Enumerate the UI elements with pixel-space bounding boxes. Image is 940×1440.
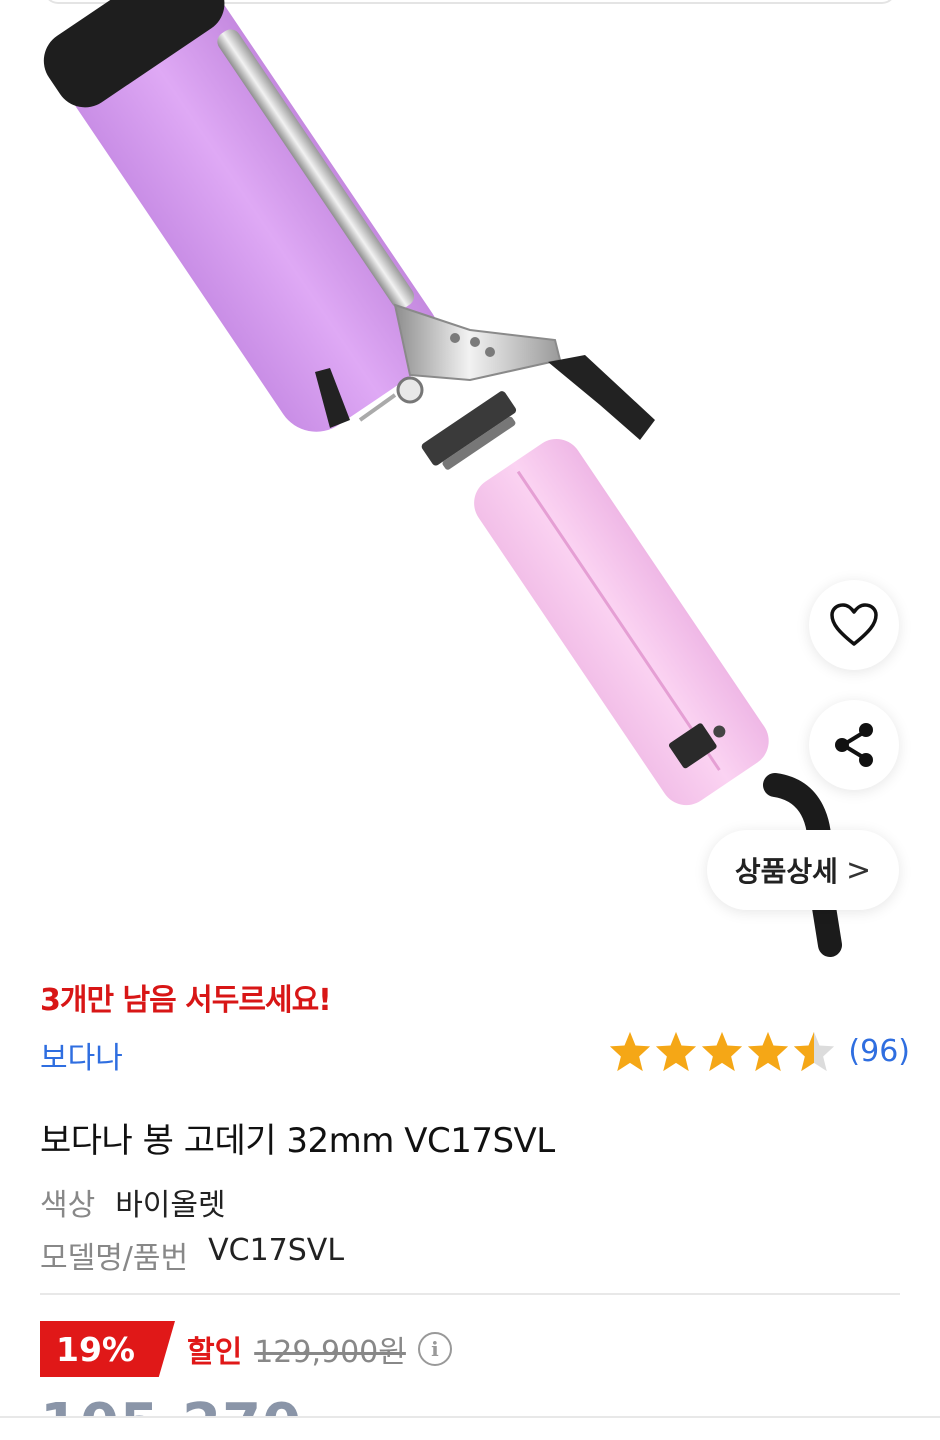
product-detail-label: 상품상세 [734, 855, 838, 888]
spec-label: 색상 [40, 1188, 96, 1223]
share-icon [835, 723, 873, 767]
star-full-icon [656, 1031, 697, 1072]
heart-outline-icon [830, 603, 878, 646]
stock-alert: 3개만 남음 서두르세요! [40, 983, 332, 1018]
star-rating [608, 1030, 836, 1072]
info-icon[interactable]: i [417, 1332, 452, 1366]
spec-value: VC17SVL [208, 1233, 345, 1268]
review-count[interactable]: (96) [848, 1034, 910, 1069]
star-full-icon [702, 1031, 743, 1072]
product-detail-page: 상품상세 > 3개만 남음 서두르세요! 보다나 (96) 보다나 봉 고데기 … [0, 0, 940, 1440]
wishlist-button[interactable] [809, 580, 899, 670]
discount-badge: 19% [40, 1321, 175, 1377]
price-row: 19% 할인 129,900원 i [40, 1321, 452, 1377]
spec-label: 모델명/품번 [40, 1241, 189, 1276]
share-button[interactable] [809, 700, 899, 790]
divider [40, 1293, 900, 1295]
chevron-right-icon: > [845, 852, 872, 888]
product-title: 보다나 봉 고데기 32mm VC17SVL [40, 1121, 555, 1161]
product-detail-button[interactable]: 상품상세 > [707, 830, 899, 910]
product-image[interactable] [0, 0, 940, 960]
rating-summary[interactable]: (96) [608, 1030, 910, 1072]
spec-value: 바이올렛 [115, 1188, 226, 1223]
spec-color: 색상 바이올렛 [40, 1180, 226, 1224]
spec-model: 모델명/품번 VC17SVL [40, 1233, 344, 1277]
discount-label: 할인 [187, 1335, 243, 1370]
star-full-icon [748, 1031, 789, 1072]
star-half-icon [794, 1031, 835, 1072]
bottom-bar [0, 1416, 940, 1440]
star-full-icon [610, 1031, 651, 1072]
original-price: 129,900원 [254, 1335, 406, 1370]
brand-link[interactable]: 보다나 [40, 1033, 123, 1077]
